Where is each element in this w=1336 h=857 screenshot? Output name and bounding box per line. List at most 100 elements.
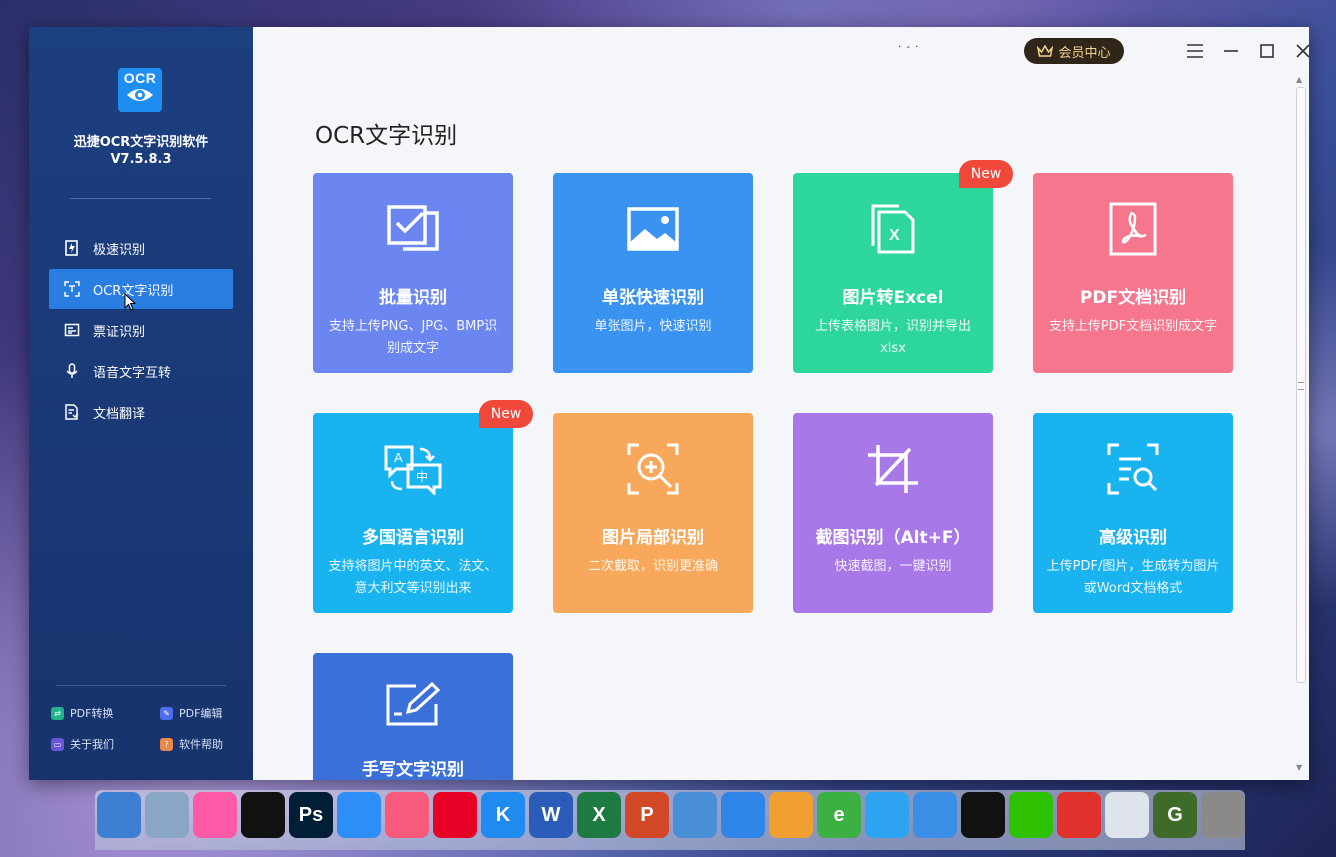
vip-center-button[interactable]: 会员中心 — [1024, 38, 1124, 64]
scroll-down-icon[interactable]: ▼ — [1296, 763, 1302, 772]
main-content: · - · 会员中心 OCR文字识别 批量识别 支持上传PNG、JPG、BMP识… — [253, 27, 1310, 780]
card-screenshot[interactable]: 截图识别（Alt+F） 快速截图，一键识别 — [793, 413, 993, 613]
g-app-icon[interactable]: G — [1153, 792, 1197, 838]
card-partial[interactable]: 图片局部识别 二次截取，识别更准确 — [553, 413, 753, 613]
sidebar-item-label: 票证识别 — [93, 324, 146, 340]
netease-music-icon[interactable] — [433, 792, 477, 838]
colorful-clover-icon[interactable] — [193, 792, 237, 838]
sidebar-item-voice[interactable]: 语音文字互转 — [49, 351, 233, 391]
baidu-netdisk-icon[interactable] — [337, 792, 381, 838]
pinwheel-icon[interactable] — [769, 792, 813, 838]
about-link[interactable]: ▭ 关于我们 — [51, 736, 160, 752]
page-title: OCR文字识别 — [315, 123, 458, 149]
maximize-button[interactable] — [1255, 39, 1279, 63]
qq-icon[interactable] — [961, 792, 1005, 838]
card-title: 手写文字识别 — [362, 760, 464, 780]
logo-text: OCR — [123, 70, 157, 86]
recycle-bin-icon[interactable] — [145, 792, 189, 838]
sidebar-item-fast[interactable]: 极速识别 — [49, 228, 233, 268]
app-version: V7.5.8.3 — [110, 152, 172, 167]
about-icon: ▭ — [51, 737, 64, 751]
svg-text:A: A — [394, 450, 403, 465]
wechat-icon[interactable] — [1009, 792, 1053, 838]
title-bar: · - · 会员中心 — [253, 27, 1310, 75]
close-button[interactable] — [1291, 39, 1315, 63]
card-pdf[interactable]: PDF文档识别 支持上传PDF文档识别成文字 — [1033, 173, 1233, 373]
minimize-button[interactable] — [1219, 39, 1243, 63]
card-excel[interactable]: New X 图片转Excel 上传表格图片，识别并导出xlsx — [793, 160, 1013, 373]
card-batch[interactable]: 批量识别 支持上传PNG、JPG、BMP识别成文字 — [313, 173, 513, 373]
sidebar-item-label: 文档翻译 — [93, 406, 146, 422]
xmind-icon[interactable] — [1057, 792, 1101, 838]
card-desc: 快速截图，一键识别 — [834, 559, 952, 574]
ie-icon[interactable]: e — [817, 792, 861, 838]
sidebar-item-ticket[interactable]: 票证识别 — [49, 310, 233, 350]
close-icon — [1296, 44, 1310, 58]
excel-app-icon[interactable]: X — [577, 792, 621, 838]
card-desc: 支持将图片中的英文、法文、意大利文等识别出来 — [328, 559, 498, 596]
lightning-doc-icon — [63, 239, 81, 257]
ticket-icon — [63, 321, 81, 339]
sidebar-item-ocr[interactable]: OCR文字识别 — [49, 269, 233, 309]
help-link[interactable]: ? 软件帮助 — [160, 736, 241, 752]
card-handwrite[interactable]: 手写文字识别 — [313, 653, 513, 780]
handwrite-icon — [383, 681, 443, 729]
language-icon: A中 — [383, 441, 443, 497]
powerpoint-icon[interactable]: P — [625, 792, 669, 838]
vip-center-label: 会员中心 — [1058, 45, 1111, 61]
tools-icon[interactable] — [1201, 792, 1245, 838]
card-single[interactable]: 单张快速识别 单张图片，快速识别 — [553, 173, 753, 373]
title-dots: · - · — [898, 42, 920, 53]
feiyu-icon[interactable] — [865, 792, 909, 838]
scrollbar[interactable]: ▲ ▼ — [1294, 75, 1306, 780]
card-language[interactable]: New A中 多国语言识别 支持将图片中的英文、法文、意大利文等识别出来 — [313, 400, 533, 613]
app-name: 迅捷OCR文字识别软件 — [73, 135, 209, 150]
app-window: OCR 迅捷OCR文字识别软件 V7.5.8.3 极速识别 OCR文字识别 票证… — [29, 27, 1310, 780]
sidebar-divider-bottom — [56, 685, 226, 686]
pdf-edit-link[interactable]: ✎ PDF编辑 — [160, 705, 241, 721]
sidebar-bottom-links: ⇄ PDF转换 ✎ PDF编辑 ▭ 关于我们 ? 软件帮助 — [51, 705, 241, 752]
screen-record-icon[interactable] — [1105, 792, 1149, 838]
minimize-icon — [1224, 50, 1238, 52]
dock-icons: Ps K W X Pe G — [97, 792, 1249, 838]
doc-search-icon — [1103, 441, 1163, 497]
photoshop-icon[interactable]: Ps — [289, 792, 333, 838]
help-icon: ? — [160, 737, 173, 751]
bird-icon[interactable] — [913, 792, 957, 838]
card-title: 单张快速识别 — [602, 288, 704, 308]
card-advanced[interactable]: 高级识别 上传PDF/图片，生成转为图片或Word文档格式 — [1033, 413, 1233, 613]
card-title: 截图识别（Alt+F） — [815, 528, 971, 548]
link-label: 关于我们 — [70, 738, 114, 751]
maximize-icon — [1260, 44, 1274, 58]
music-icon[interactable] — [385, 792, 429, 838]
card-title: PDF文档识别 — [1079, 288, 1187, 308]
card-desc: 上传PDF/图片，生成转为图片或Word文档格式 — [1046, 559, 1220, 596]
sidebar-item-translate[interactable]: 文档翻译 — [49, 392, 233, 432]
sidebar-nav: 极速识别 OCR文字识别 票证识别 语音文字互转 文档翻译 — [49, 228, 233, 433]
scan-text-icon — [63, 280, 81, 298]
scroll-up-icon[interactable]: ▲ — [1296, 75, 1302, 84]
chrome-icon[interactable] — [673, 792, 717, 838]
card-desc: 支持上传PNG、JPG、BMP识别成文字 — [328, 319, 498, 356]
pdf-convert-link[interactable]: ⇄ PDF转换 — [51, 705, 160, 721]
zoom-scan-icon — [623, 441, 683, 497]
ring-icon[interactable] — [241, 792, 285, 838]
cloud-circle-icon[interactable] — [721, 792, 765, 838]
svg-text:中: 中 — [416, 469, 428, 484]
translate-doc-icon — [63, 403, 81, 421]
word-icon[interactable]: W — [529, 792, 573, 838]
card-title: 多国语言识别 — [362, 528, 464, 548]
new-badge: New — [959, 160, 1013, 188]
excel-icon: X — [863, 201, 923, 257]
kugou-icon[interactable]: K — [481, 792, 525, 838]
card-title: 批量识别 — [379, 288, 447, 308]
scroll-grip-icon — [1298, 382, 1304, 390]
sidebar-item-label: 语音文字互转 — [93, 365, 172, 381]
sidebar-item-label: 极速识别 — [93, 242, 146, 258]
mouse-cursor-icon — [124, 293, 136, 311]
new-badge: New — [479, 400, 533, 428]
computer-icon[interactable] — [97, 792, 141, 838]
hamburger-icon — [1187, 44, 1203, 58]
link-label: PDF编辑 — [179, 707, 223, 720]
menu-button[interactable] — [1183, 39, 1207, 63]
